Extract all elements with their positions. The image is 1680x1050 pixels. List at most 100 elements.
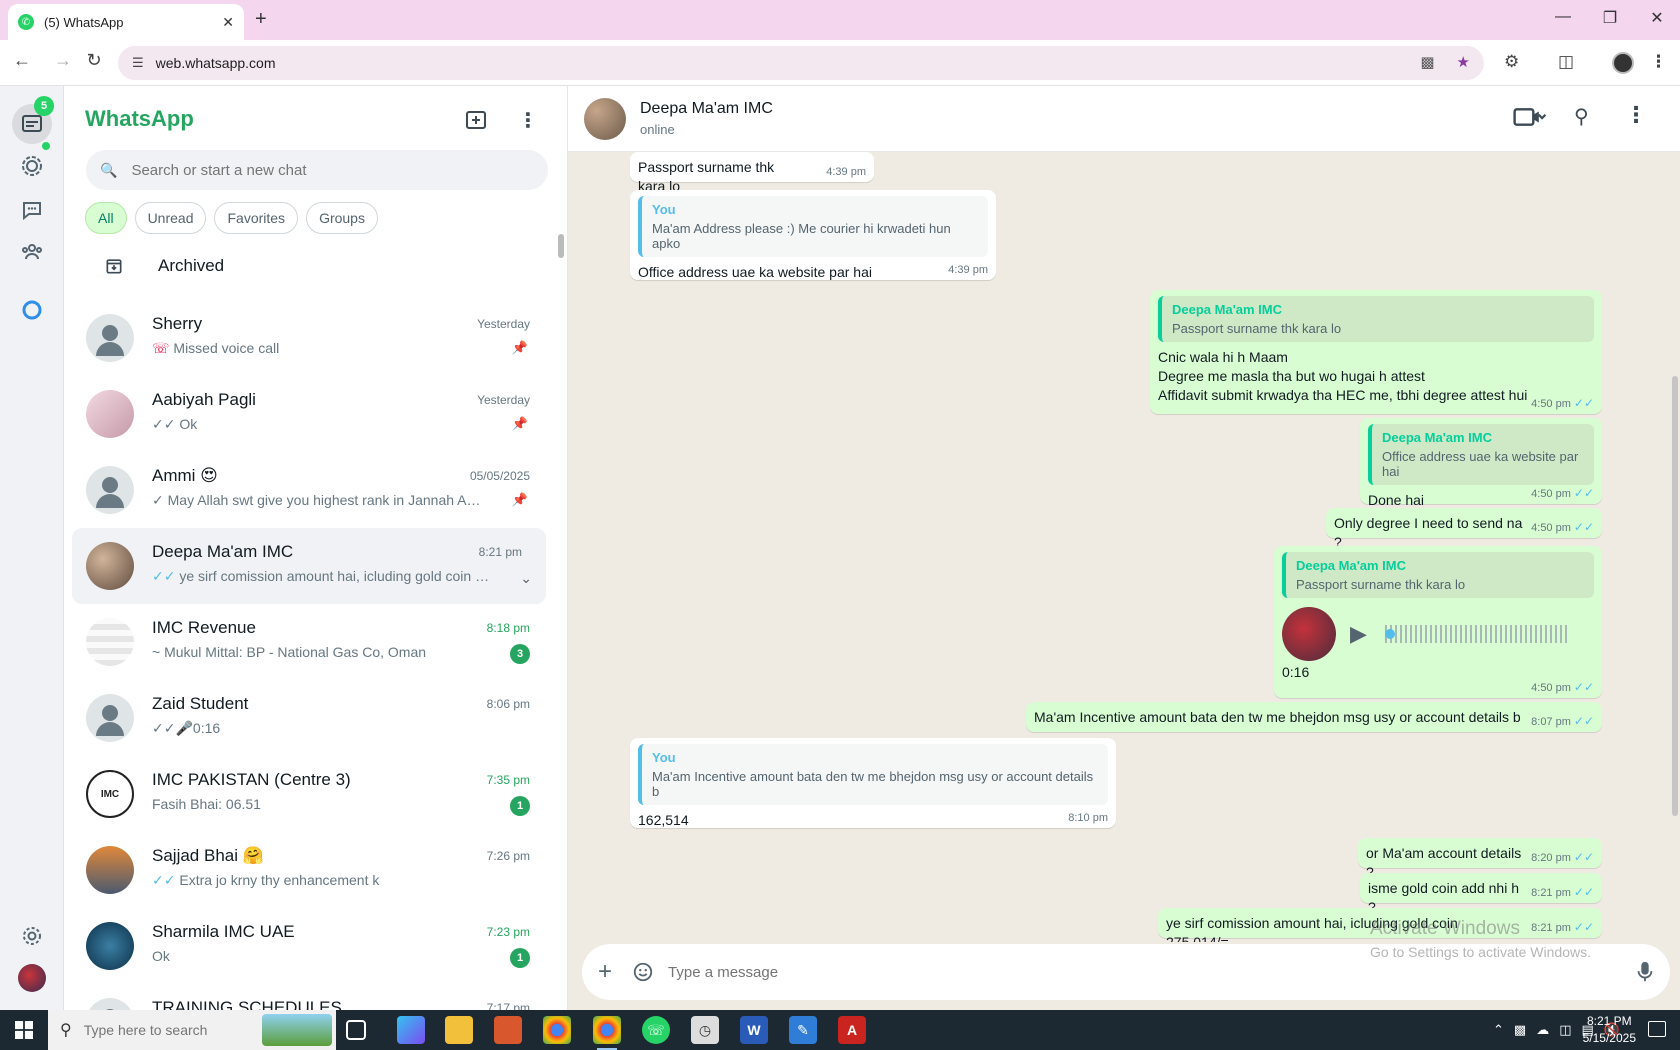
profile-avatar[interactable] xyxy=(18,964,46,992)
attach-plus-icon[interactable]: + xyxy=(598,958,612,986)
back-arrow-icon[interactable]: ← xyxy=(9,50,35,71)
message-incoming[interactable]: You Ma'am Address please :) Me courier h… xyxy=(630,190,996,280)
clock-app-icon[interactable]: ◷ xyxy=(691,1016,719,1044)
app-icon[interactable] xyxy=(494,1016,522,1044)
search-icon[interactable]: ⚲ xyxy=(1574,104,1589,129)
message-outgoing[interactable]: Ma'am Incentive amount bata den tw me bh… xyxy=(1026,702,1602,732)
channels-icon[interactable] xyxy=(18,196,46,224)
cloud-icon[interactable]: ☁ xyxy=(1536,1022,1549,1038)
chat-row-zaid-student[interactable]: Zaid Student ✓✓🎤0:16 8:06 pm xyxy=(64,680,554,756)
sidebar-menu-icon[interactable]: ⋮ xyxy=(518,108,538,134)
new-chat-button[interactable] xyxy=(464,108,490,134)
pdf-reader-icon[interactable]: A xyxy=(838,1016,866,1044)
reload-icon[interactable]: ↻ xyxy=(81,50,107,71)
quoted-message[interactable]: Deepa Ma'am IMC Passport surname thk kar… xyxy=(1158,296,1594,342)
restore-window-icon[interactable]: ❐ xyxy=(1595,8,1625,28)
chat-row-imc-pakistan[interactable]: IMC IMC PAKISTAN (Centre 3) Fasih Bhai: … xyxy=(64,756,554,832)
play-icon[interactable]: ▶ xyxy=(1350,621,1367,647)
chat-row-sharmila-imc-uae[interactable]: Sharmila IMC UAE Ok 7:23 pm 1 xyxy=(64,908,554,984)
chat-row-sherry[interactable]: Sherry ☏ Missed voice call Yesterday 📌 xyxy=(64,300,554,376)
double-tick-icon: ✓✓ xyxy=(152,720,176,736)
quoted-message[interactable]: Deepa Ma'am IMC Office address uae ka we… xyxy=(1368,424,1594,485)
quoted-message[interactable]: You Ma'am Address please :) Me courier h… xyxy=(638,196,988,257)
forward-arrow-icon[interactable]: → xyxy=(50,50,76,71)
message-outgoing[interactable]: Deepa Ma'am IMC Passport surname thk kar… xyxy=(1150,290,1602,414)
settings-gear-icon[interactable] xyxy=(18,922,46,950)
filter-unread[interactable]: Unread xyxy=(134,202,207,234)
contact-avatar[interactable] xyxy=(584,98,626,140)
browser-profile-avatar[interactable] xyxy=(1612,52,1634,74)
task-view-icon[interactable] xyxy=(346,1020,366,1040)
tab-close-icon[interactable]: ✕ xyxy=(222,14,234,31)
filter-groups[interactable]: Groups xyxy=(306,202,378,234)
taskbar-search[interactable]: ⚲ xyxy=(48,1010,336,1050)
chat-time: 8:06 pm xyxy=(486,697,530,711)
notification-center-icon[interactable] xyxy=(1648,1021,1666,1037)
address-bar[interactable]: ☰ web.whatsapp.com ▩ ★ xyxy=(118,46,1484,80)
taskbar-search-input[interactable] xyxy=(83,1022,254,1038)
chat-row-sajjad-bhai[interactable]: Sajjad Bhai 🤗 ✓✓ Extra jo krny thy enhan… xyxy=(64,832,554,908)
message-outgoing[interactable]: or Ma'am account details ? 8:20 pm ✓✓ xyxy=(1358,838,1602,880)
device-icon[interactable]: ▩ xyxy=(1514,1022,1526,1038)
display-icon[interactable]: ◫ xyxy=(1559,1022,1571,1038)
message-outgoing[interactable]: Deepa Ma'am IMC Office address uae ka we… xyxy=(1360,418,1602,508)
chat-row-deepa-maam-imc[interactable]: Deepa Ma'am IMC ✓✓ ye sirf comission amo… xyxy=(72,528,546,604)
paint-icon[interactable]: ✎ xyxy=(789,1016,817,1044)
chat-row-aabiyah-pagli[interactable]: Aabiyah Pagli ✓✓ Ok Yesterday 📌 xyxy=(64,376,554,452)
file-explorer-icon[interactable] xyxy=(445,1016,473,1044)
site-info-icon[interactable]: ☰ xyxy=(132,55,144,71)
message-incoming[interactable]: Passport surname thk kara lo 4:39 pm xyxy=(630,152,874,194)
close-window-icon[interactable]: ✕ xyxy=(1642,8,1672,28)
archived-row[interactable]: Archived xyxy=(64,238,554,294)
message-input[interactable] xyxy=(668,963,1589,981)
search-input[interactable] xyxy=(131,161,532,179)
chrome-active-icon[interactable] xyxy=(593,1016,621,1050)
chevron-up-icon[interactable]: ⌃ xyxy=(1493,1022,1504,1038)
minimize-window-icon[interactable]: — xyxy=(1548,8,1578,26)
message-outgoing[interactable]: ye sirf comission amount hai, icluding g… xyxy=(1158,908,1602,942)
copilot-icon[interactable] xyxy=(397,1016,425,1044)
chat-row-imc-revenue[interactable]: IMC Revenue ~ Mukul Mittal: BP - Nationa… xyxy=(64,604,554,680)
status-icon[interactable] xyxy=(18,152,46,180)
filter-favorites[interactable]: Favorites xyxy=(214,202,299,234)
message-text: Ma'am Incentive amount bata den tw me bh… xyxy=(1034,709,1521,725)
extensions-icon[interactable]: ⚙ xyxy=(1504,52,1519,72)
message-incoming[interactable]: You Ma'am Incentive amount bata den tw m… xyxy=(630,738,1116,828)
whatsapp-icon[interactable]: ☏ xyxy=(642,1016,670,1044)
chat-search-box[interactable]: 🔍 xyxy=(86,150,548,190)
chat-name: Sharmila IMC UAE xyxy=(152,922,295,941)
quoted-message[interactable]: You Ma'am Incentive amount bata den tw m… xyxy=(638,744,1108,805)
windows-start-icon[interactable] xyxy=(0,1010,48,1050)
chat-row-training-schedules[interactable]: TRAINING SCHEDULES 7:17 pm xyxy=(64,984,554,1010)
browser-tab-whatsapp[interactable]: ✆ (5) WhatsApp ✕ xyxy=(8,4,244,40)
chrome-icon[interactable] xyxy=(543,1016,571,1044)
message-time: 8:21 pm xyxy=(1531,922,1571,934)
conversation-header[interactable]: Deepa Ma'am IMC online ⚲ ⋮ xyxy=(568,86,1680,152)
message-outgoing[interactable]: isme gold coin add nhi h ? 8:21 pm ✓✓ xyxy=(1360,873,1602,915)
chat-row-ammi[interactable]: Ammi 😍 ✓ May Allah swt give you highest … xyxy=(64,452,554,528)
word-icon[interactable]: W xyxy=(740,1016,768,1044)
message-outgoing[interactable]: Only degree I need to send na ? 4:50 pm ✓… xyxy=(1326,508,1602,550)
browser-menu-icon[interactable]: ⋮ xyxy=(1650,52,1667,72)
sidebar-scrollbar[interactable] xyxy=(558,234,564,258)
install-app-icon[interactable]: ▩ xyxy=(1420,53,1434,71)
filter-all[interactable]: All xyxy=(85,202,127,234)
voice-note-player[interactable]: ▶ xyxy=(1282,604,1594,664)
conversation-scrollbar[interactable] xyxy=(1672,376,1678,816)
conversation-menu-icon[interactable]: ⋮ xyxy=(1625,102,1647,128)
quoted-message[interactable]: Deepa Ma'am IMC Passport surname thk kar… xyxy=(1282,552,1594,598)
side-panel-icon[interactable]: ◫ xyxy=(1558,52,1574,72)
contact-name[interactable]: Deepa Ma'am IMC xyxy=(640,100,773,118)
bookmark-star-icon[interactable]: ★ xyxy=(1457,53,1470,71)
message-outgoing-voice[interactable]: Deepa Ma'am IMC Passport surname thk kar… xyxy=(1274,546,1602,698)
voice-waveform[interactable] xyxy=(1384,625,1569,643)
new-tab-button[interactable]: + xyxy=(255,8,267,31)
sticker-emoji-icon[interactable] xyxy=(632,961,654,983)
microphone-icon[interactable] xyxy=(1636,961,1654,983)
meta-ai-icon[interactable] xyxy=(18,296,46,324)
url-text[interactable]: web.whatsapp.com xyxy=(156,55,276,71)
taskbar-clock[interactable]: 8:21 PM 5/15/2025 xyxy=(1583,1013,1636,1047)
video-call-icon[interactable] xyxy=(1508,106,1552,133)
communities-icon[interactable] xyxy=(18,238,46,266)
chevron-down-icon[interactable]: ⌄ xyxy=(520,570,532,587)
